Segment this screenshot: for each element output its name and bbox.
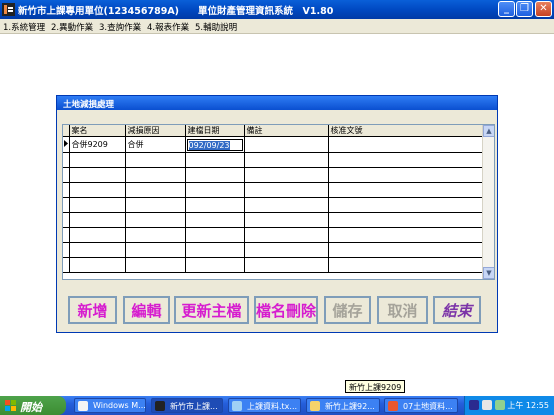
cell-note[interactable] [243,136,329,153]
add-button[interactable]: 新增 [68,296,117,324]
clock: 上午 12:55 [507,401,549,410]
column-header-approval[interactable]: 核准文號 [327,125,484,137]
current-row-icon [63,136,70,153]
folder-icon [310,401,320,411]
update-master-button[interactable]: 更新主檔 [174,296,249,324]
table-row[interactable] [63,152,484,168]
cell-approval[interactable] [327,136,484,153]
column-header-note[interactable]: 備註 [243,125,329,137]
scroll-up-icon[interactable]: ▲ [483,125,494,137]
table-row[interactable]: 合併9209 合併 092/09/23 [63,136,484,153]
notepad-icon [232,401,242,411]
table-row[interactable] [63,197,484,213]
close-button[interactable]: ✕ [535,1,552,17]
save-button[interactable]: 儲存 [324,296,371,324]
cell-case-name[interactable]: 合併9209 [68,136,126,153]
minimize-icon: _ [504,3,509,14]
main-title-bar[interactable]: 新竹市上課專用單位(123456789A) 單位財產管理資訊系統 V1.80 _… [0,0,554,19]
edit-button[interactable]: 編輯 [123,296,170,324]
close-icon: ✕ [539,3,548,14]
exit-button[interactable]: 結束 [433,296,481,324]
task-notepad[interactable]: 上課資料.tx... [228,398,301,413]
data-grid: 案名 減損原因 建檔日期 備註 核准文號 合併9209 合併 092/09/23 [62,124,495,280]
delete-file-button[interactable]: 檔名刪除 [254,296,318,324]
column-header-date[interactable]: 建檔日期 [184,125,245,137]
media-player-icon [78,401,88,411]
grid-header-row: 案名 減損原因 建檔日期 備註 核准文號 [63,125,484,137]
cancel-button[interactable]: 取消 [377,296,428,324]
system-tray: 上午 12:55 [464,396,554,415]
cell-date[interactable]: 092/09/23 [184,136,245,153]
start-button[interactable]: 開始 [0,396,66,415]
table-row[interactable] [63,227,484,243]
security-icon[interactable] [495,400,505,410]
land-reduction-dialog: 土地減損處理 案名 減損原因 建檔日期 備註 核准文號 合併9209 合併 09… [56,95,498,333]
app-icon [2,3,15,16]
document-icon [388,401,398,411]
task-land-data[interactable]: 07土地資料... [384,398,458,413]
app-icon [155,401,165,411]
table-row[interactable] [63,212,484,228]
minimize-button[interactable]: _ [498,1,515,17]
scroll-down-icon[interactable]: ▼ [483,267,494,279]
restore-button[interactable]: ❐ [516,1,533,17]
window-title: 新竹市上課專用單位(123456789A) 單位財產管理資訊系統 V1.80 [18,6,334,17]
grid-table: 案名 減損原因 建檔日期 備註 核准文號 合併9209 合併 092/09/23 [63,125,484,273]
cell-reason[interactable]: 合併 [124,136,186,153]
network-icon[interactable] [482,400,492,410]
taskbar-tooltip: 新竹上課9209 [345,380,406,393]
tray-app-icon[interactable] [469,400,479,410]
vertical-scrollbar[interactable]: ▲ ▼ [482,125,494,279]
task-folder[interactable]: 新竹上課92... [306,398,380,413]
menu-system[interactable]: 1.系統管理 [3,21,45,33]
column-header-reason[interactable]: 減損原因 [124,125,186,137]
table-row[interactable] [63,182,484,198]
task-property-system[interactable]: 新竹市上課... [151,398,223,413]
menu-change[interactable]: 2.異動作業 [51,21,93,33]
taskbar: 開始 Windows M... 新竹市上課... 上課資料.tx... 新竹上課… [0,396,554,415]
windows-logo-icon [5,400,16,411]
dialog-title[interactable]: 土地減損處理 [57,96,497,110]
table-row[interactable] [63,242,484,258]
task-windows-media[interactable]: Windows M... [74,398,146,413]
menu-bar: 1.系統管理 2.異動作業 3.查詢作業 4.報表作業 5.輔助說明 [0,19,554,34]
date-editor-input[interactable]: 092/09/23 [186,138,243,151]
table-row[interactable] [63,167,484,183]
menu-query[interactable]: 3.查詢作業 [99,21,141,33]
restore-icon: ❐ [520,3,529,14]
menu-help[interactable]: 5.輔助說明 [195,21,237,33]
menu-report[interactable]: 4.報表作業 [147,21,189,33]
date-value: 092/09/23 [188,140,230,150]
column-header-case-name[interactable]: 案名 [68,125,126,137]
table-row[interactable] [63,257,484,273]
start-label: 開始 [20,401,42,414]
